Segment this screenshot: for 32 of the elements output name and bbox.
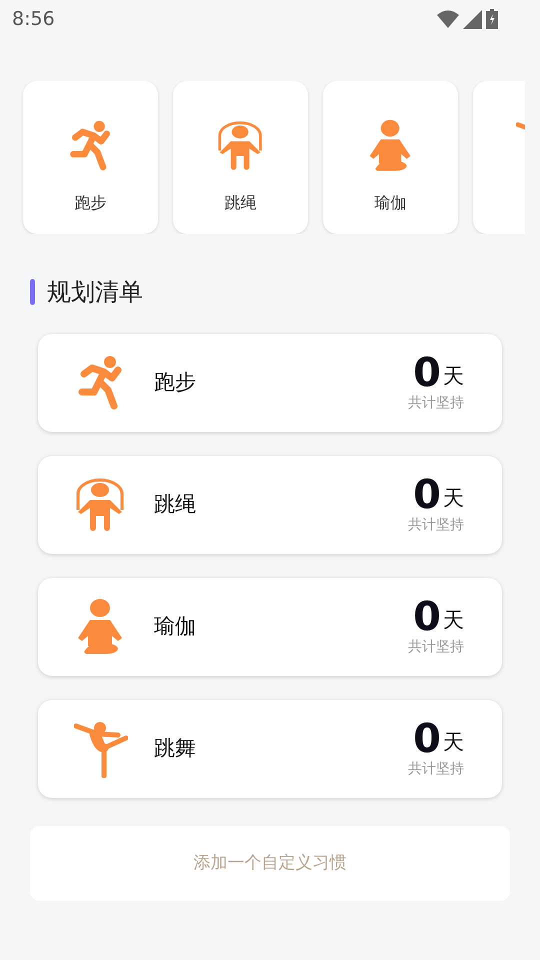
streak-caption: 共计坚持 xyxy=(408,638,464,656)
signal-icon xyxy=(463,10,482,28)
battery-icon xyxy=(486,9,498,29)
plan-card[interactable]: 跳舞 0 天 共计坚持 xyxy=(38,700,502,798)
streak-caption: 共计坚持 xyxy=(408,760,464,778)
habit-label: 跑步 xyxy=(74,192,106,214)
day-count: 0 xyxy=(413,352,441,392)
day-unit: 天 xyxy=(443,729,464,756)
habit-card[interactable]: 跑步 xyxy=(23,81,158,234)
plan-card[interactable]: 瑜伽 0 天 共计坚持 xyxy=(38,578,502,676)
plan-card[interactable]: 跑步 0 天 共计坚持 xyxy=(38,334,502,432)
habit-label: 瑜伽 xyxy=(374,192,406,214)
streak-caption: 共计坚持 xyxy=(408,394,464,412)
day-unit: 天 xyxy=(443,607,464,634)
status-time: 8:56 xyxy=(12,6,55,32)
habit-name: 跳绳 xyxy=(154,491,196,518)
title-accent-bar xyxy=(30,279,35,305)
habit-card[interactable]: 跳绳 xyxy=(173,81,308,234)
habit-card[interactable]: 瑜伽 xyxy=(323,81,458,234)
plan-card[interactable]: 跳绳 0 天 共计坚持 xyxy=(38,456,502,554)
habit-name: 瑜伽 xyxy=(154,613,196,640)
habit-name: 跳舞 xyxy=(154,735,196,762)
day-count: 0 xyxy=(413,718,441,758)
habit-label: 跳绳 xyxy=(224,192,256,214)
day-unit: 天 xyxy=(443,485,464,512)
day-count: 0 xyxy=(413,596,441,636)
day-count: 0 xyxy=(413,474,441,514)
day-unit: 天 xyxy=(443,363,464,390)
wifi-icon xyxy=(437,10,459,28)
streak-caption: 共计坚持 xyxy=(408,516,464,534)
habit-name: 跑步 xyxy=(154,369,196,396)
section-title: 规划清单 xyxy=(47,277,143,308)
